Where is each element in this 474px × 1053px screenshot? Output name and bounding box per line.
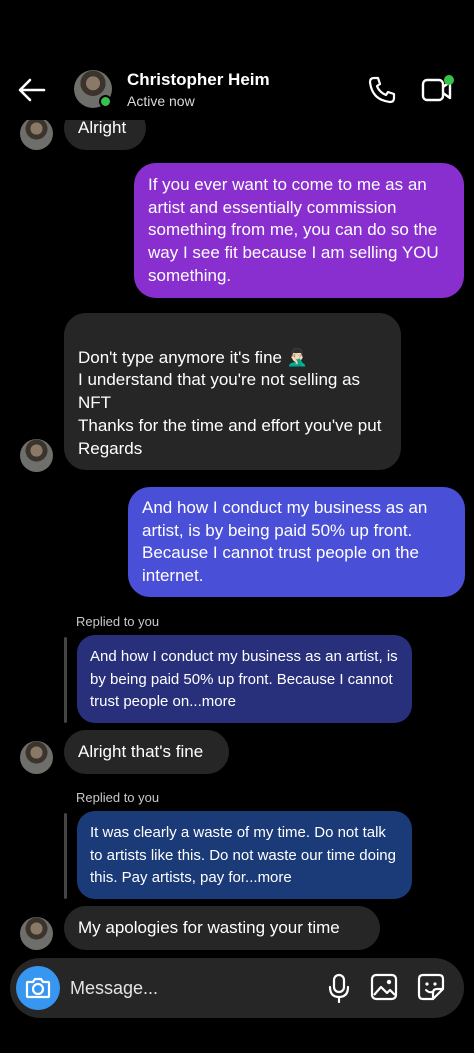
message-text: Alright that's fine (78, 742, 204, 761)
quoted-text: It was clearly a waste of my time. Do no… (90, 824, 396, 886)
contact-name[interactable]: Christopher Heim (127, 70, 270, 90)
gallery-icon[interactable] (370, 973, 398, 1001)
reply-indicator-bar (64, 637, 67, 723)
sticker-icon[interactable] (417, 973, 445, 1001)
reply-label: Replied to you (76, 614, 160, 629)
reply-quoted-message[interactable]: And how I conduct my business as an arti… (77, 635, 412, 723)
message-text: Don't type anymore it's fine 🤦🏻‍♂️ I und… (78, 347, 382, 458)
contact-avatar-small[interactable] (20, 741, 53, 774)
message-input[interactable]: Message... (70, 978, 158, 999)
received-message[interactable]: My apologies for wasting your time (64, 906, 380, 950)
message-text: If you ever want to come to me as an art… (148, 175, 439, 285)
sent-message[interactable]: And how I conduct my business as an arti… (128, 487, 465, 597)
sent-message[interactable]: If you ever want to come to me as an art… (134, 163, 464, 298)
received-message[interactable]: Alright that's fine (64, 730, 229, 774)
camera-button[interactable] (16, 966, 60, 1010)
contact-avatar-small[interactable] (20, 917, 53, 950)
contact-avatar-small[interactable] (20, 439, 53, 472)
contact-status: Active now (127, 93, 195, 109)
online-status-dot (99, 95, 112, 108)
message-text: My apologies for wasting your time (78, 918, 340, 937)
camera-icon (25, 977, 51, 999)
back-arrow-icon[interactable] (14, 72, 50, 108)
quoted-text: And how I conduct my business as an arti… (90, 648, 398, 710)
reply-indicator-bar (64, 813, 67, 899)
microphone-icon[interactable] (326, 972, 352, 1004)
contact-avatar-small[interactable] (20, 117, 53, 150)
reply-label: Replied to you (76, 790, 160, 805)
phone-icon[interactable] (366, 74, 398, 106)
reply-quoted-message[interactable]: It was clearly a waste of my time. Do no… (77, 811, 412, 899)
video-call-icon[interactable] (420, 74, 454, 104)
message-text: And how I conduct my business as an arti… (142, 498, 428, 586)
chat-header: Christopher Heim Active now (0, 0, 474, 120)
received-message[interactable]: Don't type anymore it's fine 🤦🏻‍♂️ I und… (64, 313, 401, 470)
message-text: Alright (78, 118, 127, 137)
